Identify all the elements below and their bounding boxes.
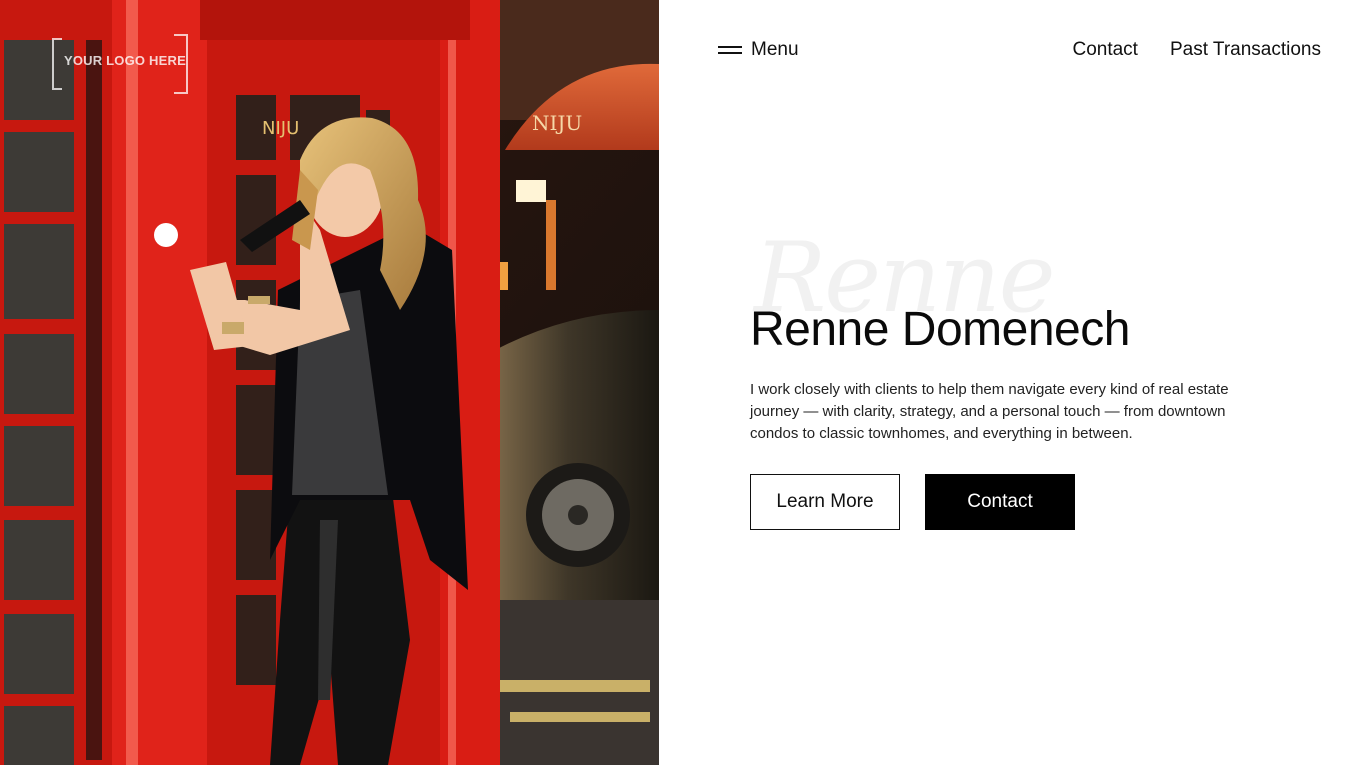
nav-link-contact[interactable]: Contact: [1072, 39, 1137, 61]
nav-link-past-transactions[interactable]: Past Transactions: [1170, 39, 1321, 61]
logo-bracket-left: [52, 38, 62, 90]
contact-button[interactable]: Contact: [925, 474, 1075, 530]
hero-photo-illustration: NIJU NIJU: [0, 0, 659, 765]
learn-more-button[interactable]: Learn More: [750, 474, 900, 530]
menu-label: Menu: [751, 39, 799, 60]
agent-bio: I work closely with clients to help them…: [750, 381, 1229, 442]
top-nav: Contact Past Transactions: [1072, 36, 1321, 64]
hamburger-icon: [718, 45, 742, 55]
logo-text: YOUR LOGO HERE: [64, 53, 186, 68]
menu-button[interactable]: Menu: [718, 36, 799, 64]
site-logo[interactable]: YOUR LOGO HERE: [52, 34, 188, 94]
awning-sign: NIJU: [532, 111, 582, 135]
hero-photo: NIJU NIJU YOUR LOGO HERE: [0, 0, 659, 765]
agent-name: Renne Domenech: [750, 303, 1130, 356]
booth-sign: NIJU: [262, 118, 299, 139]
